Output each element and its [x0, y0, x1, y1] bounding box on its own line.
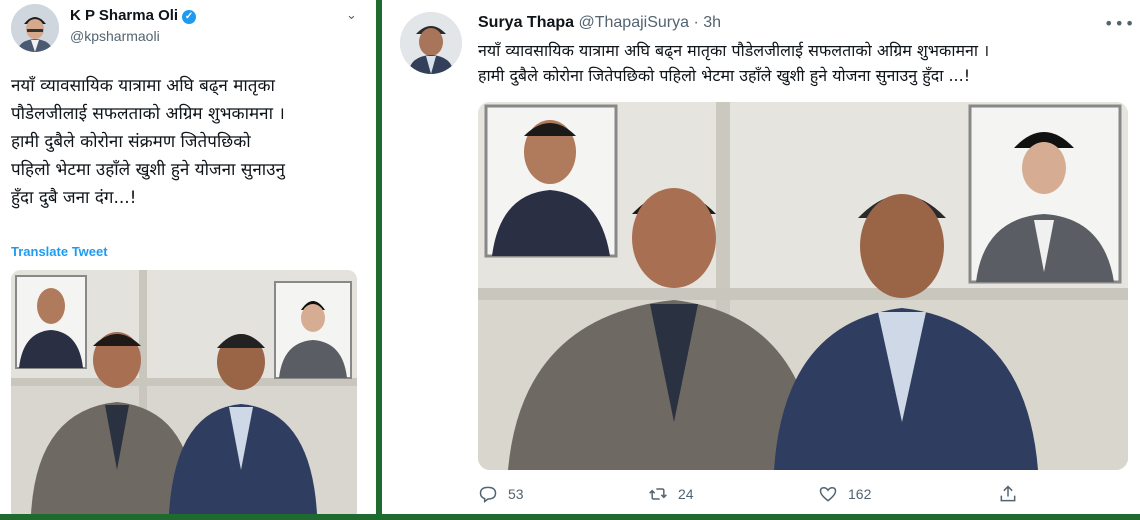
heart-icon: [819, 486, 837, 502]
avatar[interactable]: [400, 12, 462, 74]
reply-count: 53: [508, 486, 524, 502]
retweet-icon: [649, 488, 667, 500]
author-name-text: K P Sharma Oli: [70, 7, 179, 24]
like-count: 162: [848, 486, 872, 502]
translate-tweet-link[interactable]: Translate Tweet: [11, 244, 108, 259]
author-name[interactable]: Surya Thapa: [478, 14, 574, 31]
avatar[interactable]: [11, 4, 59, 52]
right-tweet: Surya Thapa @ThapajiSurya · 3h ••• नयाँ …: [382, 0, 1140, 514]
tweet-text-line: पौडेलजीलाई सफलताको अग्रिम शुभकामना ।: [11, 104, 285, 124]
screenshot-canvas: K P Sharma Oli ✓ @kpsharmaoli ⌄ नयाँ व्या…: [0, 0, 1140, 520]
tweet-photo[interactable]: [11, 270, 357, 514]
tweet-photo[interactable]: [478, 102, 1128, 470]
tweet-text-line: पहिलो भेटमा उहाँले खुशी हुने योजना सुनाउ…: [11, 160, 285, 180]
share-action[interactable]: [998, 484, 1018, 504]
like-action[interactable]: 162: [818, 484, 871, 504]
reply-icon: [479, 486, 497, 503]
tweet-text: नयाँ व्यावसायिक यात्रामा अघि बढ्न मातृका…: [11, 72, 363, 212]
photo-illustration: [478, 102, 1128, 470]
green-bottom-bar: [0, 514, 1140, 520]
header-separator: ·: [689, 14, 704, 31]
author-name[interactable]: K P Sharma Oli ✓: [70, 7, 197, 24]
avatar-portrait: [400, 12, 462, 74]
author-handle[interactable]: @ThapajiSurya: [578, 14, 689, 31]
photo-illustration: [11, 270, 357, 514]
tweet-time[interactable]: 3h: [703, 14, 721, 31]
more-options-icon[interactable]: •••: [1104, 14, 1135, 33]
tweet-text-line: नयाँ व्यावसायिक यात्रामा अघि बढ्न मातृका: [11, 76, 275, 96]
avatar-portrait: [11, 4, 59, 52]
retweet-action[interactable]: 24: [648, 484, 694, 504]
share-icon: [1000, 485, 1016, 502]
tweet-text-line: नयाँ व्यावसायिक यात्रामा अघि बढ्न मातृका…: [478, 41, 990, 60]
tweet-text: नयाँ व्यावसायिक यात्रामा अघि बढ्न मातृका…: [478, 38, 1128, 88]
tweet-actions: 53 24 162: [478, 484, 1118, 508]
tweet-header: Surya Thapa @ThapajiSurya · 3h: [478, 14, 721, 32]
tweet-text-line: हुँदा दुबै जना दंग...!: [11, 188, 137, 208]
chevron-down-icon[interactable]: ⌄: [346, 8, 357, 23]
tweet-text-line: हामी दुबैले कोरोना जितेपछिको पहिलो भेटमा…: [478, 66, 971, 85]
verified-badge-icon: ✓: [182, 10, 197, 24]
left-tweet: K P Sharma Oli ✓ @kpsharmaoli ⌄ नयाँ व्या…: [0, 0, 376, 514]
tweet-text-line: हामी दुबैले कोरोना संक्रमण जितेपछिको: [11, 132, 251, 152]
reply-action[interactable]: 53: [478, 484, 524, 504]
retweet-count: 24: [678, 486, 694, 502]
author-handle[interactable]: @kpsharmaoli: [70, 28, 160, 44]
